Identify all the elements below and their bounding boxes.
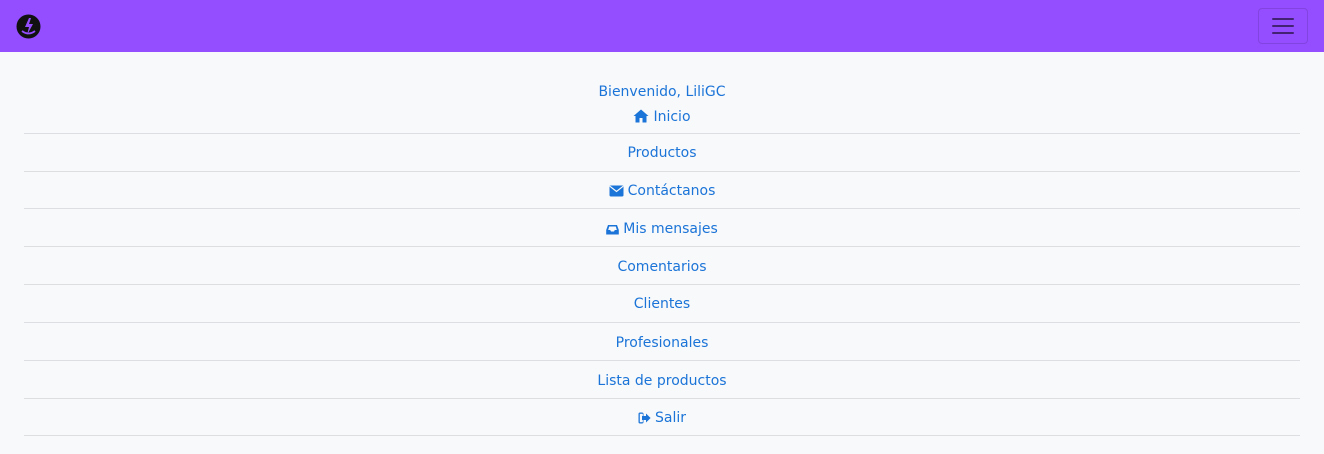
- navbar-toggler-button[interactable]: [1258, 8, 1308, 44]
- nav-item-contactanos[interactable]: Contáctanos: [24, 172, 1300, 209]
- nav-item-label: Mis mensajes: [623, 221, 718, 237]
- inbox-icon: [606, 222, 620, 240]
- nav-item-clientes[interactable]: Clientes: [24, 285, 1300, 323]
- brand-logo-icon[interactable]: [16, 14, 41, 39]
- nav-item-label: Productos: [627, 145, 697, 161]
- hamburger-icon-bar: [1272, 32, 1294, 34]
- nav-item-lista-de-productos[interactable]: Lista de productos: [24, 361, 1300, 399]
- nav-item-label: Comentarios: [617, 259, 707, 275]
- nav-item-comentarios[interactable]: Comentarios: [24, 247, 1300, 285]
- nav-item-label: Clientes: [633, 296, 691, 312]
- hamburger-icon: [1272, 18, 1294, 20]
- nav-item-salir[interactable]: Salir: [24, 399, 1300, 436]
- hamburger-icon-bar: [1272, 25, 1294, 27]
- nav-item-label: Contáctanos: [627, 183, 716, 199]
- nav-item-label: Profesionales: [615, 335, 709, 351]
- nav-item-label: Salir: [654, 410, 686, 426]
- nav-item-mis-mensajes[interactable]: Mis mensajes: [24, 209, 1300, 247]
- nav-item-productos[interactable]: Productos: [24, 134, 1300, 172]
- nav-item-label: Inicio: [653, 109, 691, 125]
- sign-out-icon: [638, 411, 651, 429]
- envelope-icon: [609, 184, 624, 202]
- nav-item-inicio[interactable]: Inicio: [24, 106, 1300, 134]
- navbar: [0, 0, 1324, 52]
- nav-item-label: Lista de productos: [597, 373, 727, 389]
- nav-menu: Bienvenido, LiliGC Inicio Productos Cont…: [24, 52, 1300, 436]
- nav-item-profesionales[interactable]: Profesionales: [24, 323, 1300, 361]
- home-icon: [633, 109, 649, 128]
